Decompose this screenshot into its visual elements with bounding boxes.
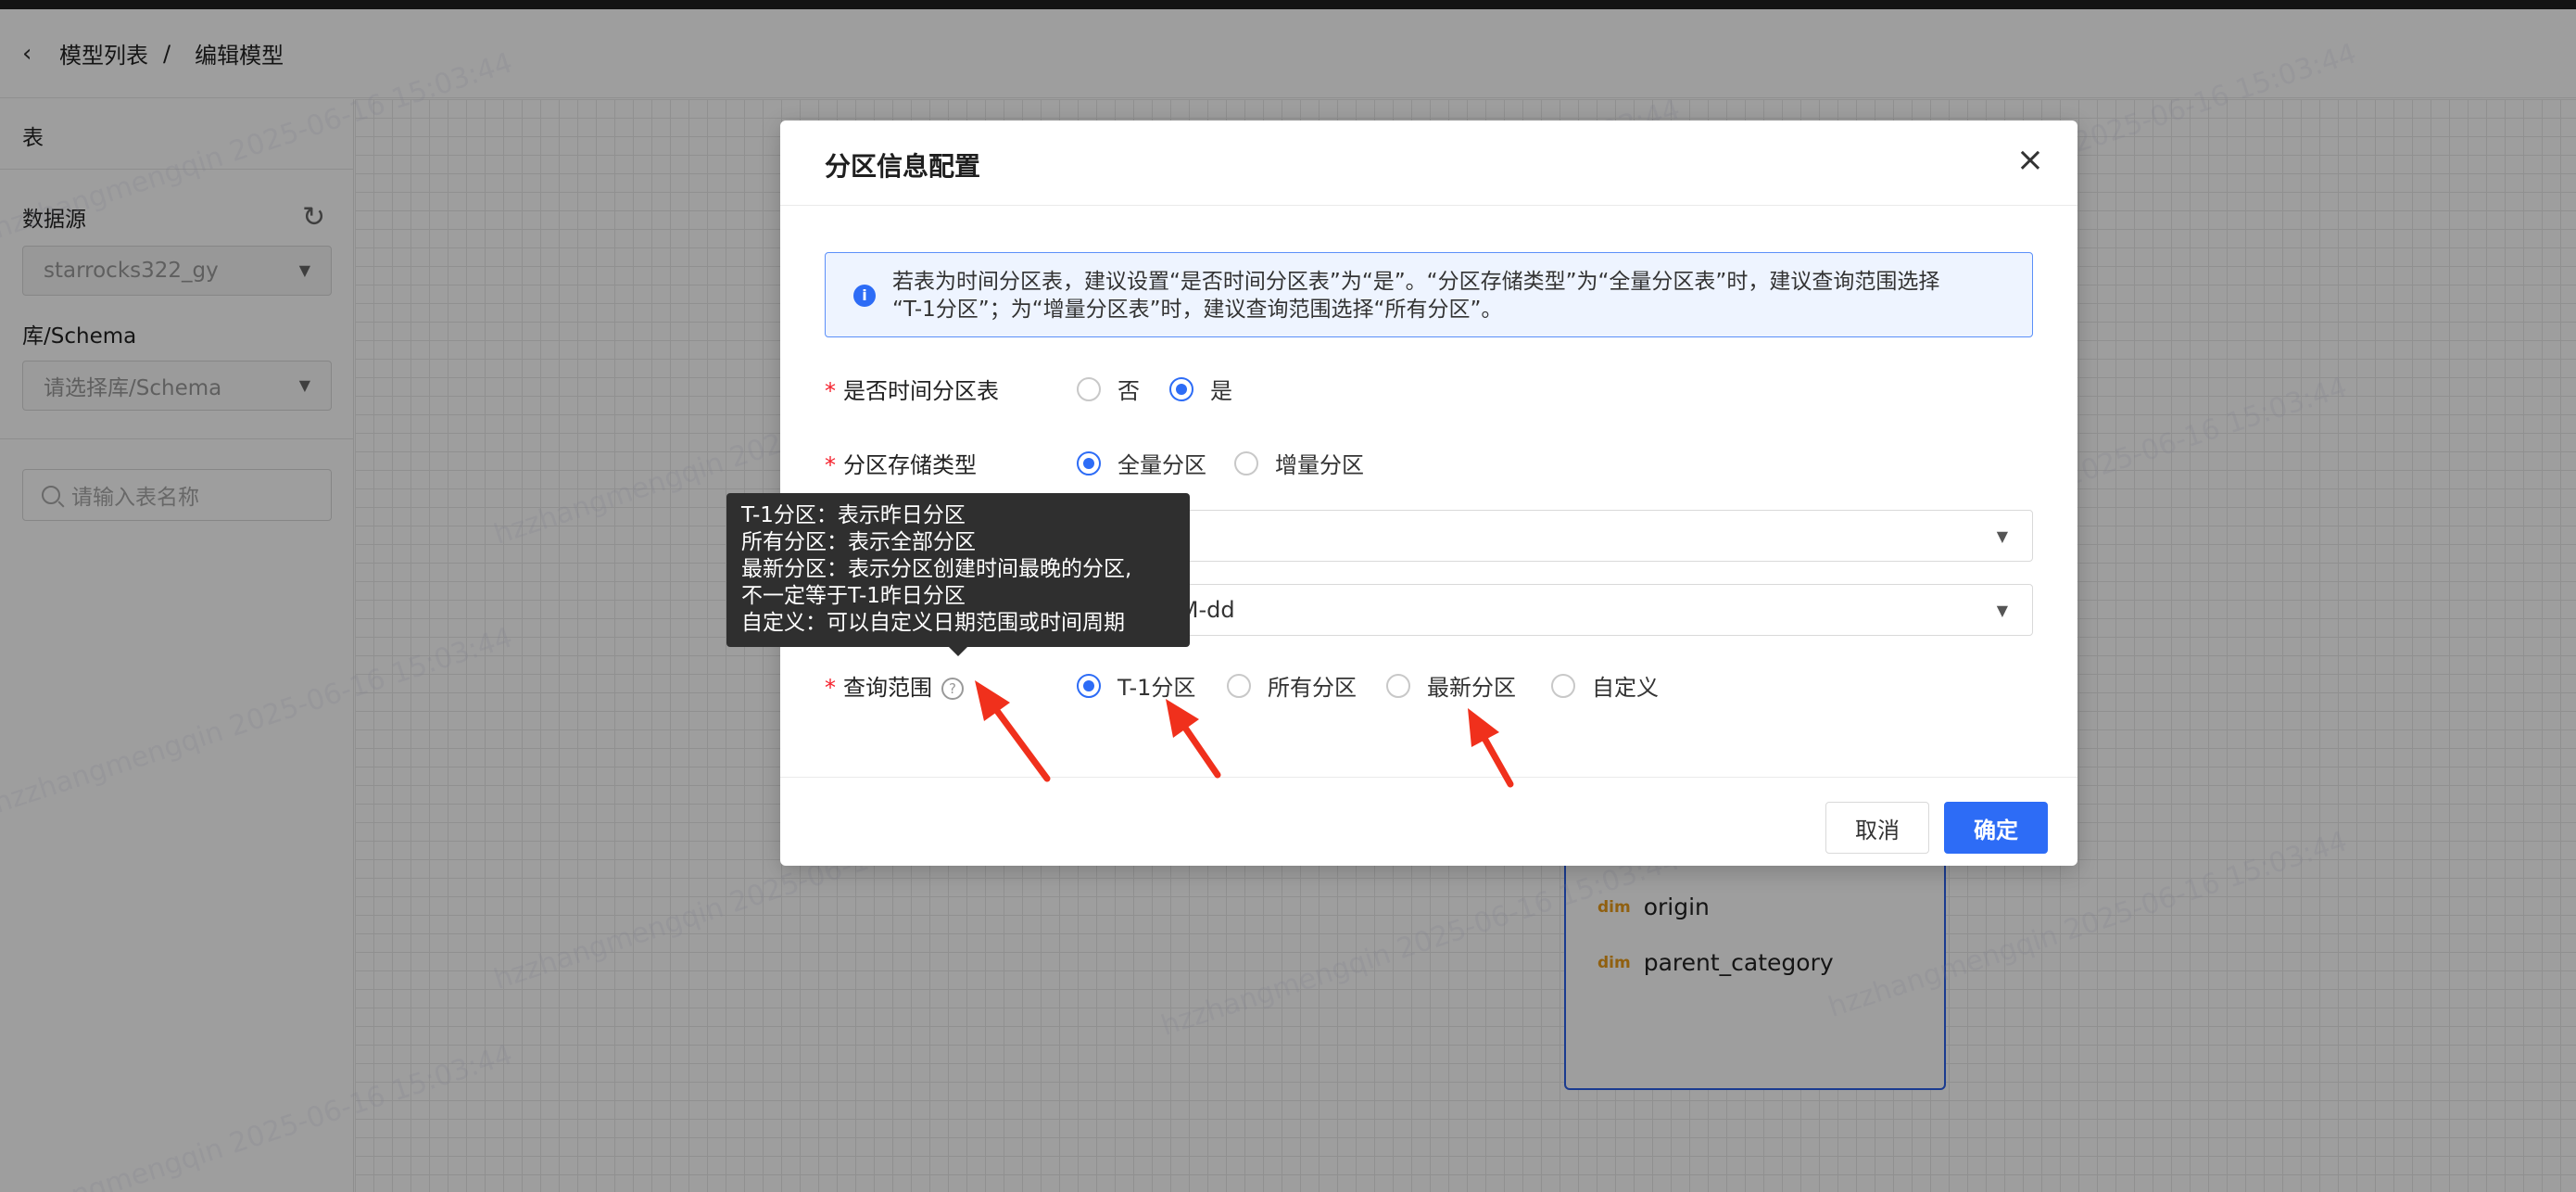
query-range-tooltip: T-1分区：表示昨日分区 所有分区：表示全部分区 最新分区：表示分区创建时间最晚… <box>726 493 1190 656</box>
close-icon[interactable]: × <box>2016 141 2044 179</box>
radio-is-time-partition-yes[interactable]: 是 <box>1169 373 1232 405</box>
tooltip-pointer <box>949 647 967 656</box>
alert-line: “T-1分区”；为“增量分区表”时，建议查询范围选择“所有分区”。 <box>892 298 1503 322</box>
radio-query-all[interactable]: 所有分区 <box>1227 669 1357 702</box>
dialog-header: 分区信息配置 × <box>780 120 2077 206</box>
alert-text: 若表为时间分区表，建议设置“是否时间分区表”为“是”。“分区存储类型”为“全量分… <box>892 268 2014 323</box>
date-format-select[interactable]: yyyy-MM-dd ▼ <box>1077 584 2033 636</box>
radio-query-latest[interactable]: 最新分区 <box>1386 669 1516 702</box>
radio-circle <box>1227 673 1251 698</box>
radio-circle <box>1551 673 1575 698</box>
radio-circle <box>1077 376 1101 401</box>
cancel-button[interactable]: 取消 <box>1825 802 1929 854</box>
radio-storage-incremental[interactable]: 增量分区 <box>1234 447 1364 479</box>
tooltip-line: 自定义：可以自定义日期范围或时间周期 <box>741 611 1125 635</box>
tooltip-line: 最新分区：表示分区创建时间最晚的分区, <box>741 557 1132 581</box>
query-range-label: * 查询范围? <box>825 669 964 702</box>
tooltip-line: 所有分区：表示全部分区 <box>741 530 976 554</box>
radio-storage-full[interactable]: 全量分区 <box>1077 447 1206 479</box>
alert-line: 若表为时间分区表，建议设置“是否时间分区表”为“是”。“分区存储类型”为“全量分… <box>892 270 1940 294</box>
dialog-footer: 取消 确定 <box>780 777 2077 866</box>
radio-circle-selected <box>1169 376 1193 401</box>
caret-down-icon: ▼ <box>1996 602 2008 619</box>
confirm-button[interactable]: 确定 <box>1944 802 2048 854</box>
radio-is-time-partition-no[interactable]: 否 <box>1077 373 1140 405</box>
info-alert: i 若表为时间分区表，建议设置“是否时间分区表”为“是”。“分区存储类型”为“全… <box>825 252 2033 337</box>
radio-circle <box>1234 450 1258 476</box>
info-icon: i <box>853 285 876 307</box>
caret-down-icon: ▼ <box>1996 527 2008 545</box>
required-mark: * <box>825 378 836 404</box>
radio-query-custom[interactable]: 自定义 <box>1551 669 1659 702</box>
radio-circle <box>1386 673 1410 698</box>
tooltip-line: 不一定等于T-1昨日分区 <box>741 584 966 608</box>
dialog-title: 分区信息配置 <box>825 151 981 182</box>
required-mark: * <box>825 452 836 478</box>
tooltip-line: T-1分区：表示昨日分区 <box>741 503 966 527</box>
help-question-icon[interactable]: ? <box>941 678 964 700</box>
radio-circle-selected <box>1077 673 1101 698</box>
radio-query-t1[interactable]: T-1分区 <box>1077 669 1195 702</box>
required-mark: * <box>825 675 836 701</box>
storage-type-label: * 分区存储类型 <box>825 452 977 478</box>
radio-circle-selected <box>1077 450 1101 476</box>
is-time-partition-label: * 是否时间分区表 <box>825 378 999 404</box>
partition-field-select[interactable]: date ▼ <box>1077 510 2033 562</box>
